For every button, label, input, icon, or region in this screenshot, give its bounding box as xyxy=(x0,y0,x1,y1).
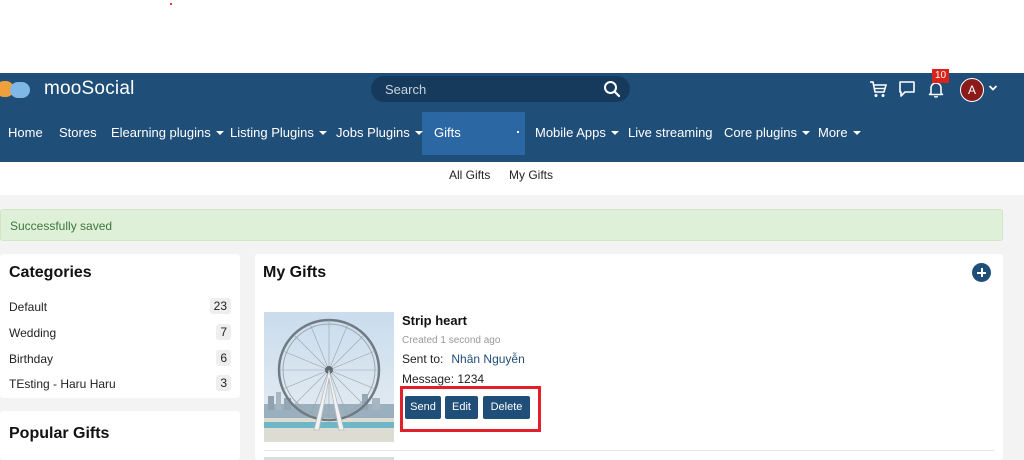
subnav-all-gifts[interactable]: All Gifts xyxy=(449,168,490,182)
nav-marker xyxy=(517,131,519,133)
nav-item-more[interactable]: More xyxy=(818,104,861,162)
categories-title: Categories xyxy=(9,264,92,281)
category-count: 3 xyxy=(216,375,231,391)
caret-down-icon xyxy=(802,131,810,135)
category-item[interactable]: Birthday 6 xyxy=(9,350,231,368)
popular-gifts-title: Popular Gifts xyxy=(9,425,110,442)
success-alert: Successfully saved xyxy=(0,209,1003,241)
message-value: 1234 xyxy=(457,372,485,386)
my-gifts-title: My Gifts xyxy=(263,264,327,281)
top-blank-area xyxy=(0,0,1024,73)
nav-item-mobile-apps[interactable]: Mobile Apps xyxy=(535,104,619,162)
message-label: Message: xyxy=(402,372,455,386)
recipient-link[interactable]: Nhân Nguyễn xyxy=(451,352,524,366)
gift-actions-highlight: Send Edit Delete xyxy=(400,386,541,432)
nav-label-gifts: Gifts xyxy=(434,125,461,140)
nav-item-elearning[interactable]: Elearning plugins xyxy=(111,104,224,162)
search-icon[interactable] xyxy=(603,80,621,98)
logo-icon xyxy=(0,77,34,101)
my-gifts-panel: My Gifts Strip heart Created 1 second ag… xyxy=(255,254,1003,460)
delete-button[interactable]: Delete xyxy=(483,396,530,419)
category-item[interactable]: TEsting - Haru Haru 3 xyxy=(9,375,231,393)
gift-name[interactable]: Strip heart xyxy=(402,313,467,328)
nav-item-listing[interactable]: Listing Plugins xyxy=(230,104,327,162)
caret-down-icon xyxy=(414,131,423,135)
stray-mark xyxy=(170,3,172,5)
category-item[interactable]: Default 23 xyxy=(9,298,231,316)
nav-item-gifts[interactable]: Gifts xyxy=(422,112,525,155)
nav-item-live-streaming[interactable]: Live streaming xyxy=(628,104,713,162)
popular-gifts-panel: Popular Gifts xyxy=(0,411,240,460)
nav-item-core-plugins[interactable]: Core plugins xyxy=(724,104,810,162)
send-button[interactable]: Send xyxy=(405,396,441,419)
add-gift-button[interactable] xyxy=(972,263,991,282)
gift-image[interactable] xyxy=(264,312,394,442)
gift-recipient: Sent to: Nhân Nguyễn xyxy=(402,352,525,366)
nav-item-stores[interactable]: Stores xyxy=(59,104,97,162)
cart-icon[interactable] xyxy=(868,79,888,99)
caret-down-icon xyxy=(852,131,861,135)
caret-down-icon xyxy=(318,131,327,135)
edit-button[interactable]: Edit xyxy=(445,396,478,419)
chat-icon[interactable] xyxy=(897,79,917,99)
sent-label: Sent to: xyxy=(402,352,444,366)
sub-nav: All Gifts My Gifts xyxy=(0,162,1024,195)
divider xyxy=(264,450,994,451)
logo[interactable]: mooSocial xyxy=(0,77,135,101)
category-item[interactable]: Wedding 7 xyxy=(9,324,231,342)
main-nav: Gifts Home Stores Elearning plugins List… xyxy=(0,104,1024,162)
caret-down-icon xyxy=(610,131,619,135)
avatar-initial: A xyxy=(967,83,976,97)
categories-panel: Categories Default 23 Wedding 7 Birthday… xyxy=(0,254,240,398)
nav-item-jobs[interactable]: Jobs Plugins xyxy=(336,104,423,162)
search-input[interactable] xyxy=(385,80,585,98)
top-header: mooSocial A xyxy=(0,73,1024,104)
gift-created: Created 1 second ago xyxy=(402,335,501,346)
caret-down-icon xyxy=(215,131,224,135)
alert-message: Successfully saved xyxy=(10,219,113,233)
notification-badge: 10 xyxy=(932,69,950,83)
brand-name: mooSocial xyxy=(44,78,135,99)
category-count: 6 xyxy=(216,350,231,366)
avatar[interactable]: A xyxy=(960,78,984,102)
gift-message: Message: 1234 xyxy=(402,372,484,386)
subnav-my-gifts[interactable]: My Gifts xyxy=(509,168,553,182)
category-count: 7 xyxy=(216,324,231,340)
category-count: 23 xyxy=(209,298,231,314)
search-box[interactable] xyxy=(371,76,630,102)
chevron-down-icon[interactable] xyxy=(988,83,998,93)
nav-item-home[interactable]: Home xyxy=(8,104,43,162)
